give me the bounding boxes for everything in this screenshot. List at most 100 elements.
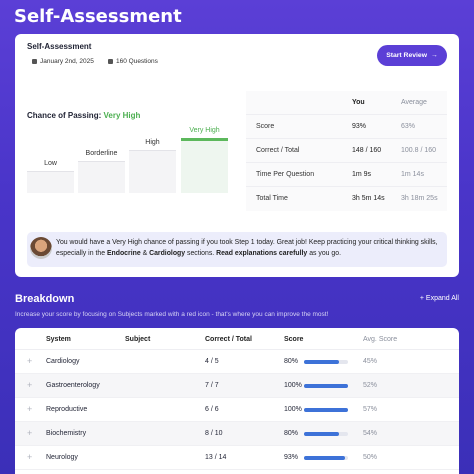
start-review-label: Start Review <box>386 52 427 59</box>
stat-label: Total Time <box>256 195 288 202</box>
page-title: Self-Assessment <box>14 6 182 27</box>
col-avg-score[interactable]: Avg. Score <box>363 336 397 343</box>
row-correct: 13 / 14 <box>205 454 227 461</box>
score-bar <box>304 456 348 460</box>
row-correct: 4 / 5 <box>205 358 219 365</box>
score-bar <box>304 360 348 364</box>
row-system: Gastroenterology <box>46 382 100 389</box>
score-bar-fill <box>304 408 348 412</box>
stats-row-total-time: Total Time 3h 5m 14s 3h 18m 25s <box>246 187 447 211</box>
breakdown-subtitle: Increase your score by focusing on Subje… <box>15 311 329 318</box>
level-block <box>78 161 125 193</box>
stats-row-time-per-question: Time Per Question 1m 9s 1m 14s <box>246 163 447 187</box>
date-text: January 2nd, 2025 <box>40 58 94 65</box>
calendar-icon <box>32 59 37 64</box>
level-borderline: Borderline <box>78 150 125 193</box>
row-avg: 52% <box>363 382 378 389</box>
arrow-right-icon: → <box>431 52 438 59</box>
row-avg: 54% <box>363 430 378 437</box>
expand-all-button[interactable]: + Expand All <box>420 295 459 302</box>
assessment-card: Self-Assessment January 2nd, 2025 160 Qu… <box>15 34 459 277</box>
row-score: 80% <box>284 358 299 365</box>
stat-you: 1m 9s <box>352 171 372 178</box>
passing-chance: Chance of Passing: Very High <box>27 111 140 120</box>
score-bar-fill <box>304 384 348 388</box>
expand-icon[interactable]: + <box>27 404 32 414</box>
table-header: System Subject Correct / Total Score Avg… <box>15 328 459 350</box>
stat-you: 148 / 160 <box>352 147 382 154</box>
level-block <box>181 138 228 193</box>
level-label: High <box>145 139 160 146</box>
stat-you: 93% <box>352 123 367 130</box>
table-row[interactable]: + Reproductive 6 / 6 100% 57% <box>15 398 459 422</box>
col-subject[interactable]: Subject <box>125 336 150 343</box>
stat-avg: 1m 14s <box>401 171 424 178</box>
table-row[interactable]: + Biochemistry 8 / 10 80% 54% <box>15 422 459 446</box>
stat-you: 3h 5m 14s <box>352 195 385 202</box>
stat-label: Score <box>256 123 275 130</box>
row-correct: 7 / 7 <box>205 382 219 389</box>
stats-row-correct: Correct / Total 148 / 160 100.8 / 160 <box>246 139 447 163</box>
table-row[interactable]: + Cardiology 4 / 5 80% 45% <box>15 350 459 374</box>
card-title: Self-Assessment <box>27 42 92 51</box>
table-row[interactable]: + Neurology 13 / 14 93% 50% <box>15 446 459 470</box>
tip-bold-cardiology: Cardiology <box>149 250 186 257</box>
row-correct: 6 / 6 <box>205 406 219 413</box>
tip-bold-read: Read explanations carefully <box>216 250 308 257</box>
expand-icon[interactable]: + <box>27 380 32 390</box>
level-label: Borderline <box>85 150 118 157</box>
col-system[interactable]: System <box>46 336 71 343</box>
row-score: 100% <box>284 406 302 413</box>
row-avg: 57% <box>363 406 378 413</box>
score-bar-fill <box>304 360 340 364</box>
tip-bold-endocrine: Endocrine <box>106 250 141 257</box>
stats-header: You Average <box>246 91 447 115</box>
questions-meta: 160 Questions <box>108 58 158 65</box>
stat-avg: 3h 18m 25s <box>401 195 438 202</box>
questions-text: 160 Questions <box>116 58 158 65</box>
level-low: Low <box>27 160 74 193</box>
tip-text-4: as you go. <box>307 250 341 257</box>
table-row[interactable]: + Gastroenterology 7 / 7 100% 52% <box>15 374 459 398</box>
tip-text: You would have a Very High chance of pas… <box>56 237 442 259</box>
stat-label: Time Per Question <box>256 171 315 178</box>
col-correct[interactable]: Correct / Total <box>205 336 252 343</box>
passing-prefix: Chance of Passing: <box>27 111 102 120</box>
level-block <box>27 171 74 193</box>
tip-text-2: & <box>140 250 150 257</box>
start-review-button[interactable]: Start Review → <box>377 45 447 66</box>
stats-table: You Average Score 93% 63% Correct / Tota… <box>246 91 447 211</box>
breakdown-title: Breakdown <box>15 293 75 305</box>
level-block <box>129 150 176 193</box>
stat-avg: 100.8 / 160 <box>401 147 437 154</box>
expand-icon[interactable]: + <box>27 428 32 438</box>
expand-icon[interactable]: + <box>27 356 32 366</box>
score-bar-fill <box>304 456 345 460</box>
score-bar-fill <box>304 432 340 436</box>
avatar <box>30 237 52 259</box>
row-system: Cardiology <box>46 358 80 365</box>
level-high: High <box>129 139 176 193</box>
row-correct: 8 / 10 <box>205 430 223 437</box>
score-bar <box>304 408 348 412</box>
breakdown-table: System Subject Correct / Total Score Avg… <box>15 328 459 474</box>
passing-value: Very High <box>103 111 141 120</box>
stat-avg: 63% <box>401 123 416 130</box>
row-system: Reproductive <box>46 406 88 413</box>
stats-row-score: Score 93% 63% <box>246 115 447 139</box>
col-you: You <box>352 99 365 106</box>
date-meta: January 2nd, 2025 <box>32 58 94 65</box>
level-very-high: Very High <box>181 127 228 193</box>
list-icon <box>108 59 113 64</box>
col-score[interactable]: Score <box>284 336 303 343</box>
col-average: Average <box>401 99 427 106</box>
row-avg: 45% <box>363 358 378 365</box>
expand-icon[interactable]: + <box>27 452 32 462</box>
row-system: Neurology <box>46 454 78 461</box>
row-system: Biochemistry <box>46 430 87 437</box>
score-bar <box>304 432 348 436</box>
row-score: 80% <box>284 430 299 437</box>
stat-label: Correct / Total <box>256 147 300 154</box>
level-label: Low <box>44 160 57 167</box>
score-bar <box>304 384 348 388</box>
